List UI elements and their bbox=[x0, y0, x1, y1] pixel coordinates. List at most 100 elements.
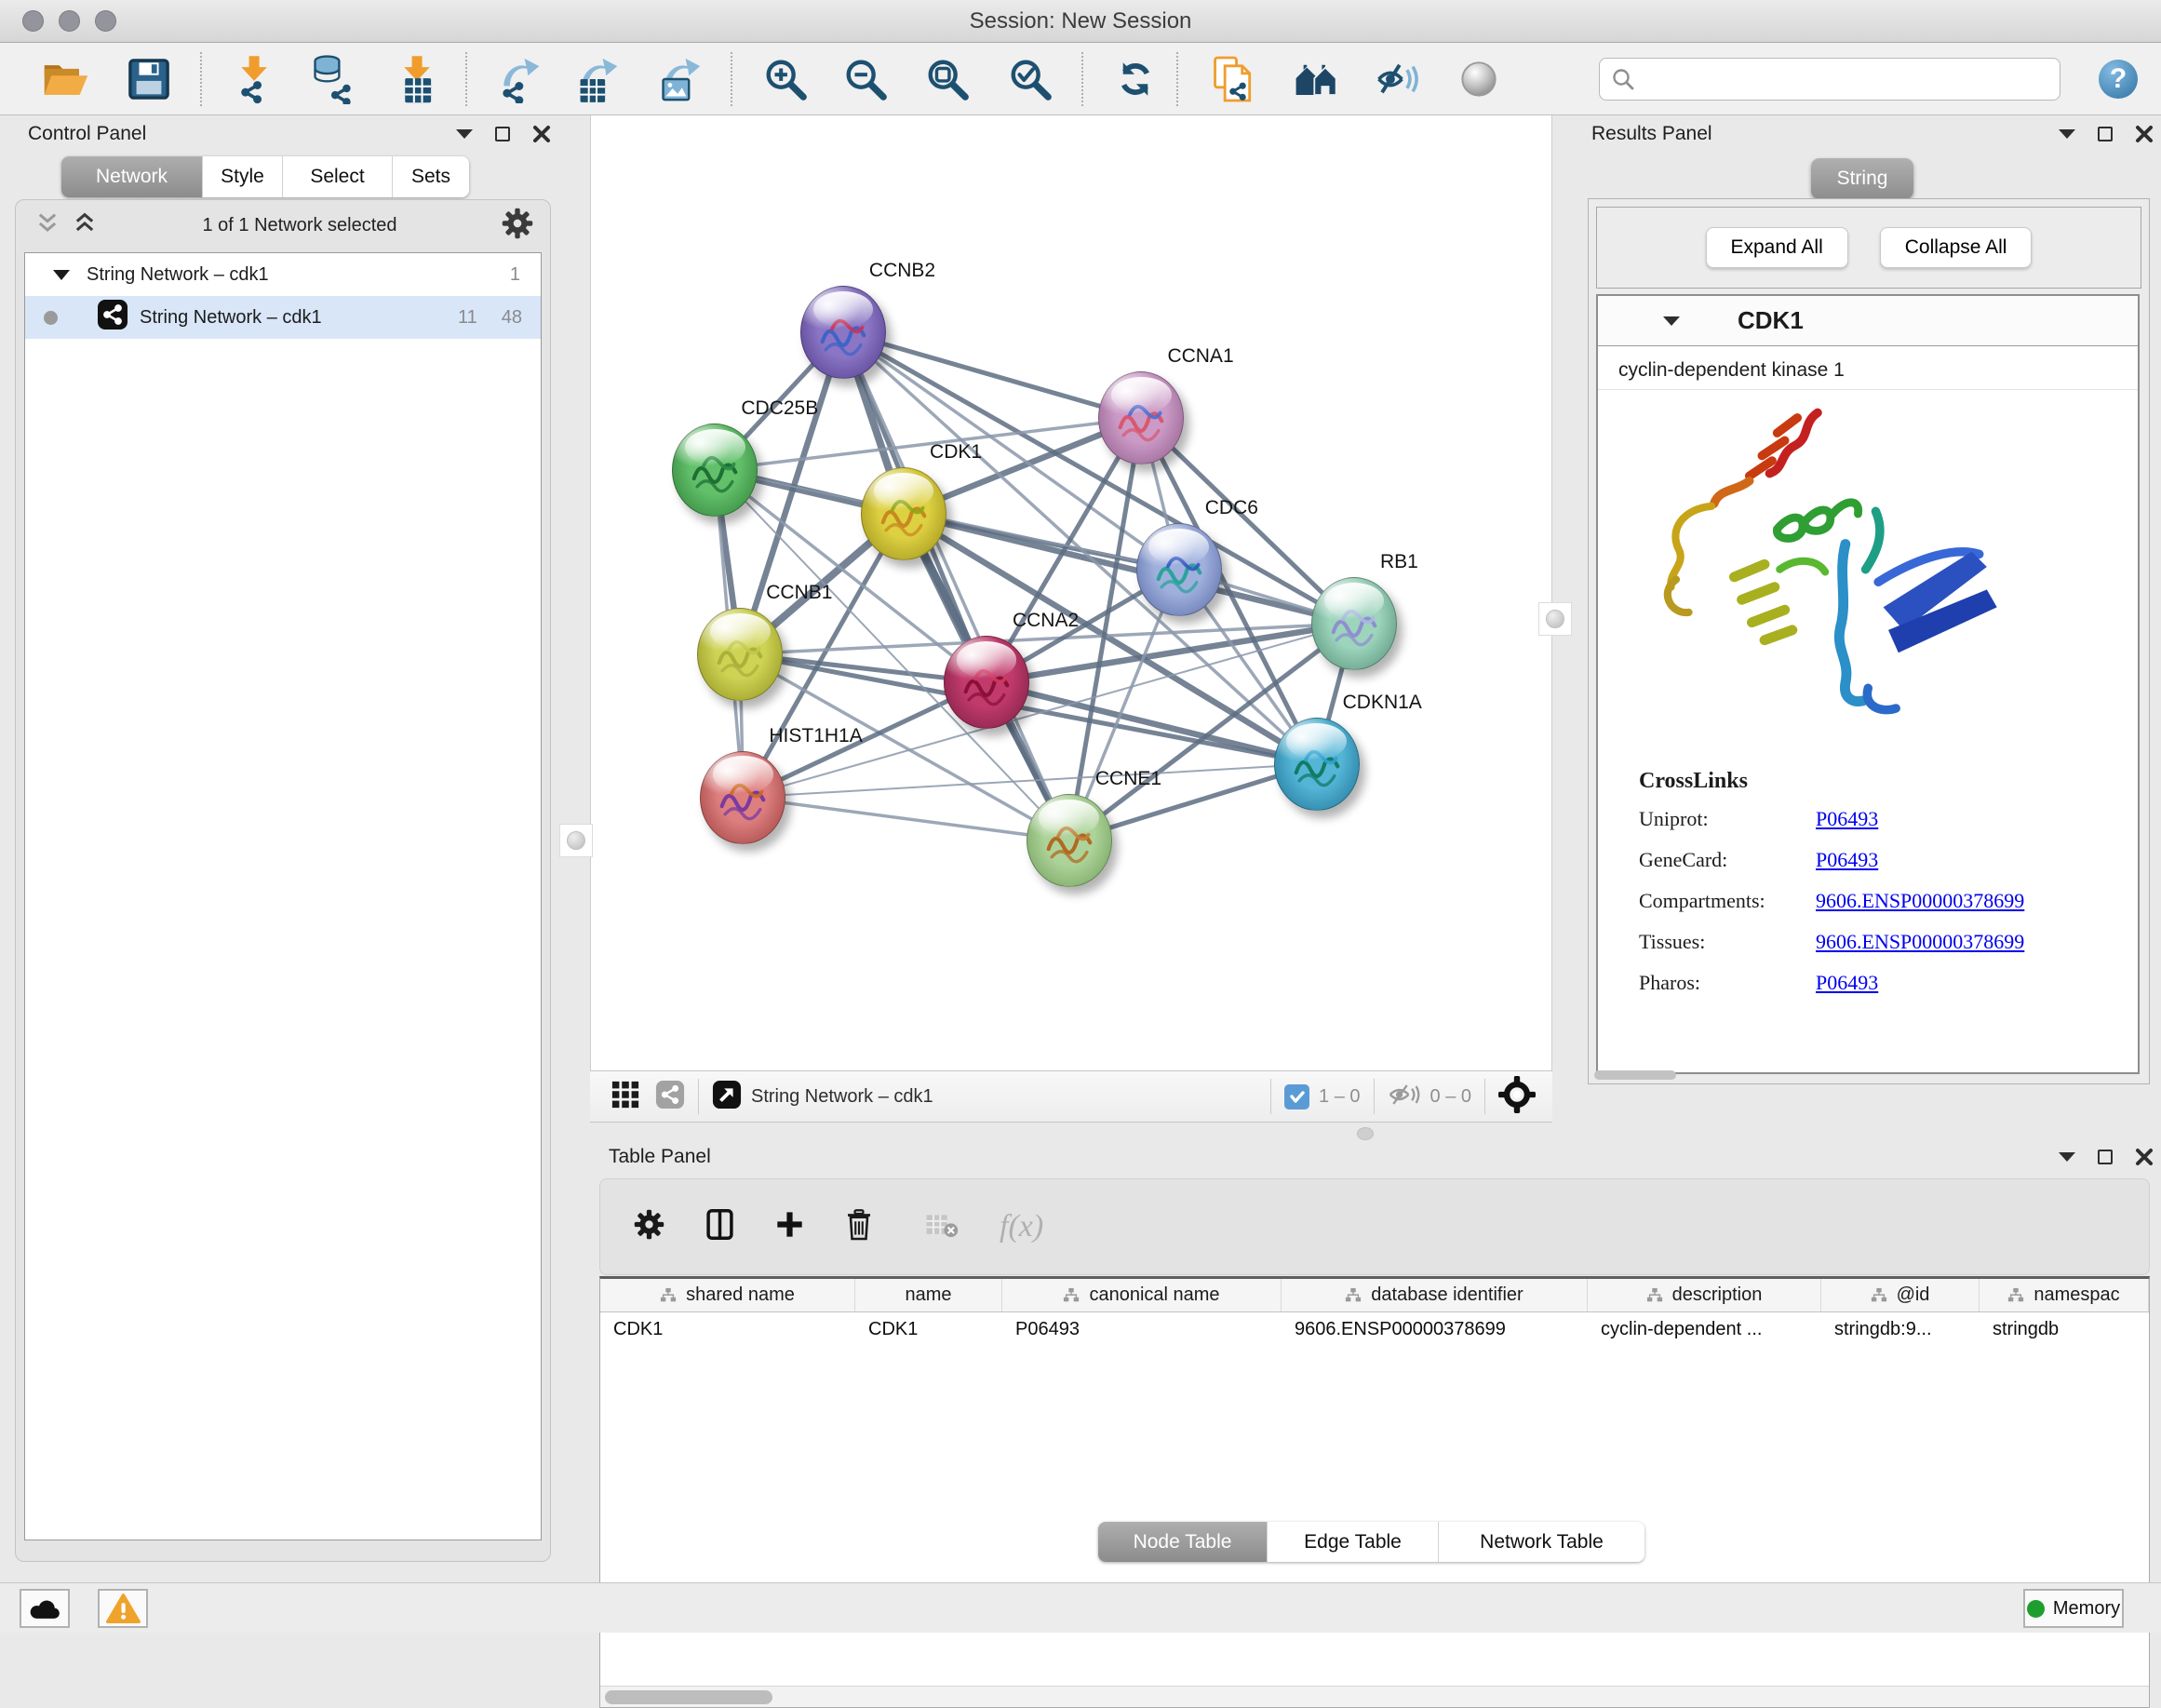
network-canvas[interactable]: CCNB2CCNA1CDC25BCDK1CDC6RB1CCNB1CCNA2CDK… bbox=[590, 115, 1552, 1070]
export-network-button[interactable] bbox=[493, 53, 545, 105]
column-header-name[interactable]: name bbox=[855, 1279, 1002, 1311]
float-panel-icon[interactable] bbox=[495, 127, 510, 141]
new-network-from-selection-button[interactable] bbox=[1207, 53, 1259, 105]
tab-network[interactable]: Network bbox=[61, 156, 203, 197]
add-column-icon[interactable] bbox=[775, 1210, 804, 1244]
table-cell[interactable]: P06493 bbox=[1002, 1312, 1282, 1347]
search-field[interactable] bbox=[1599, 58, 2060, 101]
table-options-gear-icon[interactable] bbox=[634, 1209, 664, 1244]
results-scrollbar[interactable] bbox=[1594, 1070, 1676, 1080]
network-row[interactable]: String Network – cdk1 11 48 bbox=[25, 296, 541, 339]
crosslink-link[interactable]: 9606.ENSP00000378699 bbox=[1816, 930, 2024, 954]
close-results-icon[interactable] bbox=[2135, 125, 2154, 143]
main-toolbar: ? bbox=[0, 43, 2161, 115]
network-node-CCNA2[interactable] bbox=[944, 636, 1029, 729]
warnings-button[interactable] bbox=[98, 1589, 148, 1628]
network-node-CDKN1A[interactable] bbox=[1274, 718, 1360, 811]
left-splitter-handle[interactable] bbox=[559, 824, 593, 857]
close-window-icon[interactable] bbox=[22, 10, 44, 32]
column-header-shared-name[interactable]: shared name bbox=[600, 1279, 855, 1311]
minimize-window-icon[interactable] bbox=[59, 10, 80, 32]
collapse-all-networks-icon[interactable] bbox=[34, 210, 60, 241]
column-header-description[interactable]: description bbox=[1588, 1279, 1821, 1311]
network-node-CDC25B[interactable] bbox=[672, 424, 758, 517]
table-horizontal-scrollbar[interactable] bbox=[600, 1686, 2149, 1707]
table-cell[interactable]: stringdb bbox=[1980, 1312, 2149, 1347]
float-results-icon[interactable] bbox=[2098, 127, 2113, 141]
expand-all-button[interactable]: Expand All bbox=[1706, 227, 1848, 268]
tab-select[interactable]: Select bbox=[283, 156, 393, 197]
network-node-CDC6[interactable] bbox=[1136, 523, 1222, 616]
import-database-button[interactable] bbox=[306, 53, 358, 105]
crosslink-link[interactable]: 9606.ENSP00000378699 bbox=[1816, 889, 2024, 913]
refresh-button[interactable] bbox=[1109, 53, 1161, 105]
column-header-namespac[interactable]: namespac bbox=[1980, 1279, 2149, 1311]
delete-column-trash-icon[interactable] bbox=[845, 1208, 873, 1246]
expand-all-networks-icon[interactable] bbox=[72, 210, 98, 241]
show-columns-icon[interactable] bbox=[705, 1208, 734, 1245]
table-cell[interactable]: CDK1 bbox=[600, 1312, 855, 1347]
network-node-CDK1[interactable] bbox=[861, 467, 946, 560]
zoom-out-button[interactable] bbox=[839, 53, 892, 105]
crosslink-link[interactable]: P06493 bbox=[1816, 971, 1878, 995]
export-image-button[interactable] bbox=[654, 53, 706, 105]
hide-selected-button[interactable] bbox=[1372, 53, 1424, 105]
close-panel-icon[interactable] bbox=[532, 125, 551, 143]
first-neighbors-button[interactable] bbox=[1291, 53, 1343, 105]
zoom-in-button[interactable] bbox=[759, 53, 812, 105]
network-node-CCNA1[interactable] bbox=[1098, 371, 1184, 464]
selected-checkbox-icon[interactable] bbox=[1284, 1084, 1309, 1110]
open-session-button[interactable] bbox=[39, 53, 91, 105]
help-button[interactable]: ? bbox=[2092, 53, 2144, 105]
network-overview-icon[interactable] bbox=[655, 1080, 685, 1114]
column-header-database-identifier[interactable]: database identifier bbox=[1282, 1279, 1588, 1311]
memory-button[interactable]: Memory bbox=[2023, 1589, 2124, 1628]
network-tree: String Network – cdk1 1 String Network –… bbox=[24, 252, 542, 1540]
network-collection-row[interactable]: String Network – cdk1 1 bbox=[25, 253, 541, 296]
zoom-fit-button[interactable] bbox=[921, 53, 973, 105]
collapse-results-icon[interactable] bbox=[2059, 129, 2075, 139]
float-table-icon[interactable] bbox=[2098, 1150, 2113, 1164]
zoom-selected-button[interactable] bbox=[1004, 53, 1056, 105]
network-options-gear-icon[interactable] bbox=[502, 208, 533, 244]
table-cell[interactable]: cyclin-dependent ... bbox=[1588, 1312, 1821, 1347]
tab-style[interactable]: Style bbox=[203, 156, 283, 197]
tab-sets[interactable]: Sets bbox=[393, 156, 469, 197]
network-node-CCNB2[interactable] bbox=[800, 286, 886, 379]
fit-target-icon[interactable] bbox=[1498, 1076, 1536, 1118]
save-session-button[interactable] bbox=[123, 53, 175, 105]
tab-edge-table[interactable]: Edge Table bbox=[1268, 1522, 1439, 1562]
window-controls[interactable] bbox=[22, 10, 116, 32]
show-all-button[interactable] bbox=[1453, 53, 1505, 105]
table-row[interactable]: CDK1CDK1P064939606.ENSP00000378699cyclin… bbox=[600, 1312, 2149, 1347]
tab-node-table[interactable]: Node Table bbox=[1098, 1522, 1268, 1562]
maximize-window-icon[interactable] bbox=[95, 10, 116, 32]
collapse-all-button[interactable]: Collapse All bbox=[1880, 227, 2033, 268]
export-table-button[interactable] bbox=[571, 53, 624, 105]
crosslink-link[interactable]: P06493 bbox=[1816, 848, 1878, 872]
network-node-RB1[interactable] bbox=[1311, 577, 1397, 670]
search-input[interactable] bbox=[1635, 61, 2060, 98]
table-cell[interactable]: stringdb:9... bbox=[1821, 1312, 1980, 1347]
right-splitter-handle[interactable] bbox=[1538, 602, 1572, 636]
table-cell[interactable]: 9606.ENSP00000378699 bbox=[1282, 1312, 1588, 1347]
network-node-CCNB1[interactable] bbox=[697, 608, 783, 701]
column-header-canonical-name[interactable]: canonical name bbox=[1002, 1279, 1282, 1311]
collapse-panel-icon[interactable] bbox=[456, 129, 473, 139]
crosslink-link[interactable]: P06493 bbox=[1816, 807, 1878, 831]
protein-expander-icon[interactable] bbox=[1663, 316, 1680, 326]
collection-expander-icon[interactable] bbox=[53, 270, 70, 280]
column-header-@id[interactable]: @id bbox=[1821, 1279, 1980, 1311]
cloud-button[interactable] bbox=[20, 1589, 70, 1628]
network-node-CCNE1[interactable] bbox=[1027, 794, 1112, 887]
detach-view-icon[interactable] bbox=[712, 1080, 742, 1114]
tab-network-table[interactable]: Network Table bbox=[1439, 1522, 1644, 1562]
network-node-HIST1H1A[interactable] bbox=[700, 751, 785, 844]
collapse-table-icon[interactable] bbox=[2059, 1152, 2075, 1162]
close-table-icon[interactable] bbox=[2135, 1148, 2154, 1166]
grid-view-icon[interactable] bbox=[611, 1080, 640, 1114]
import-table-button[interactable] bbox=[392, 53, 444, 105]
import-network-button[interactable] bbox=[229, 53, 281, 105]
table-cell[interactable]: CDK1 bbox=[855, 1312, 1002, 1347]
tab-string[interactable]: String bbox=[1811, 158, 1913, 199]
